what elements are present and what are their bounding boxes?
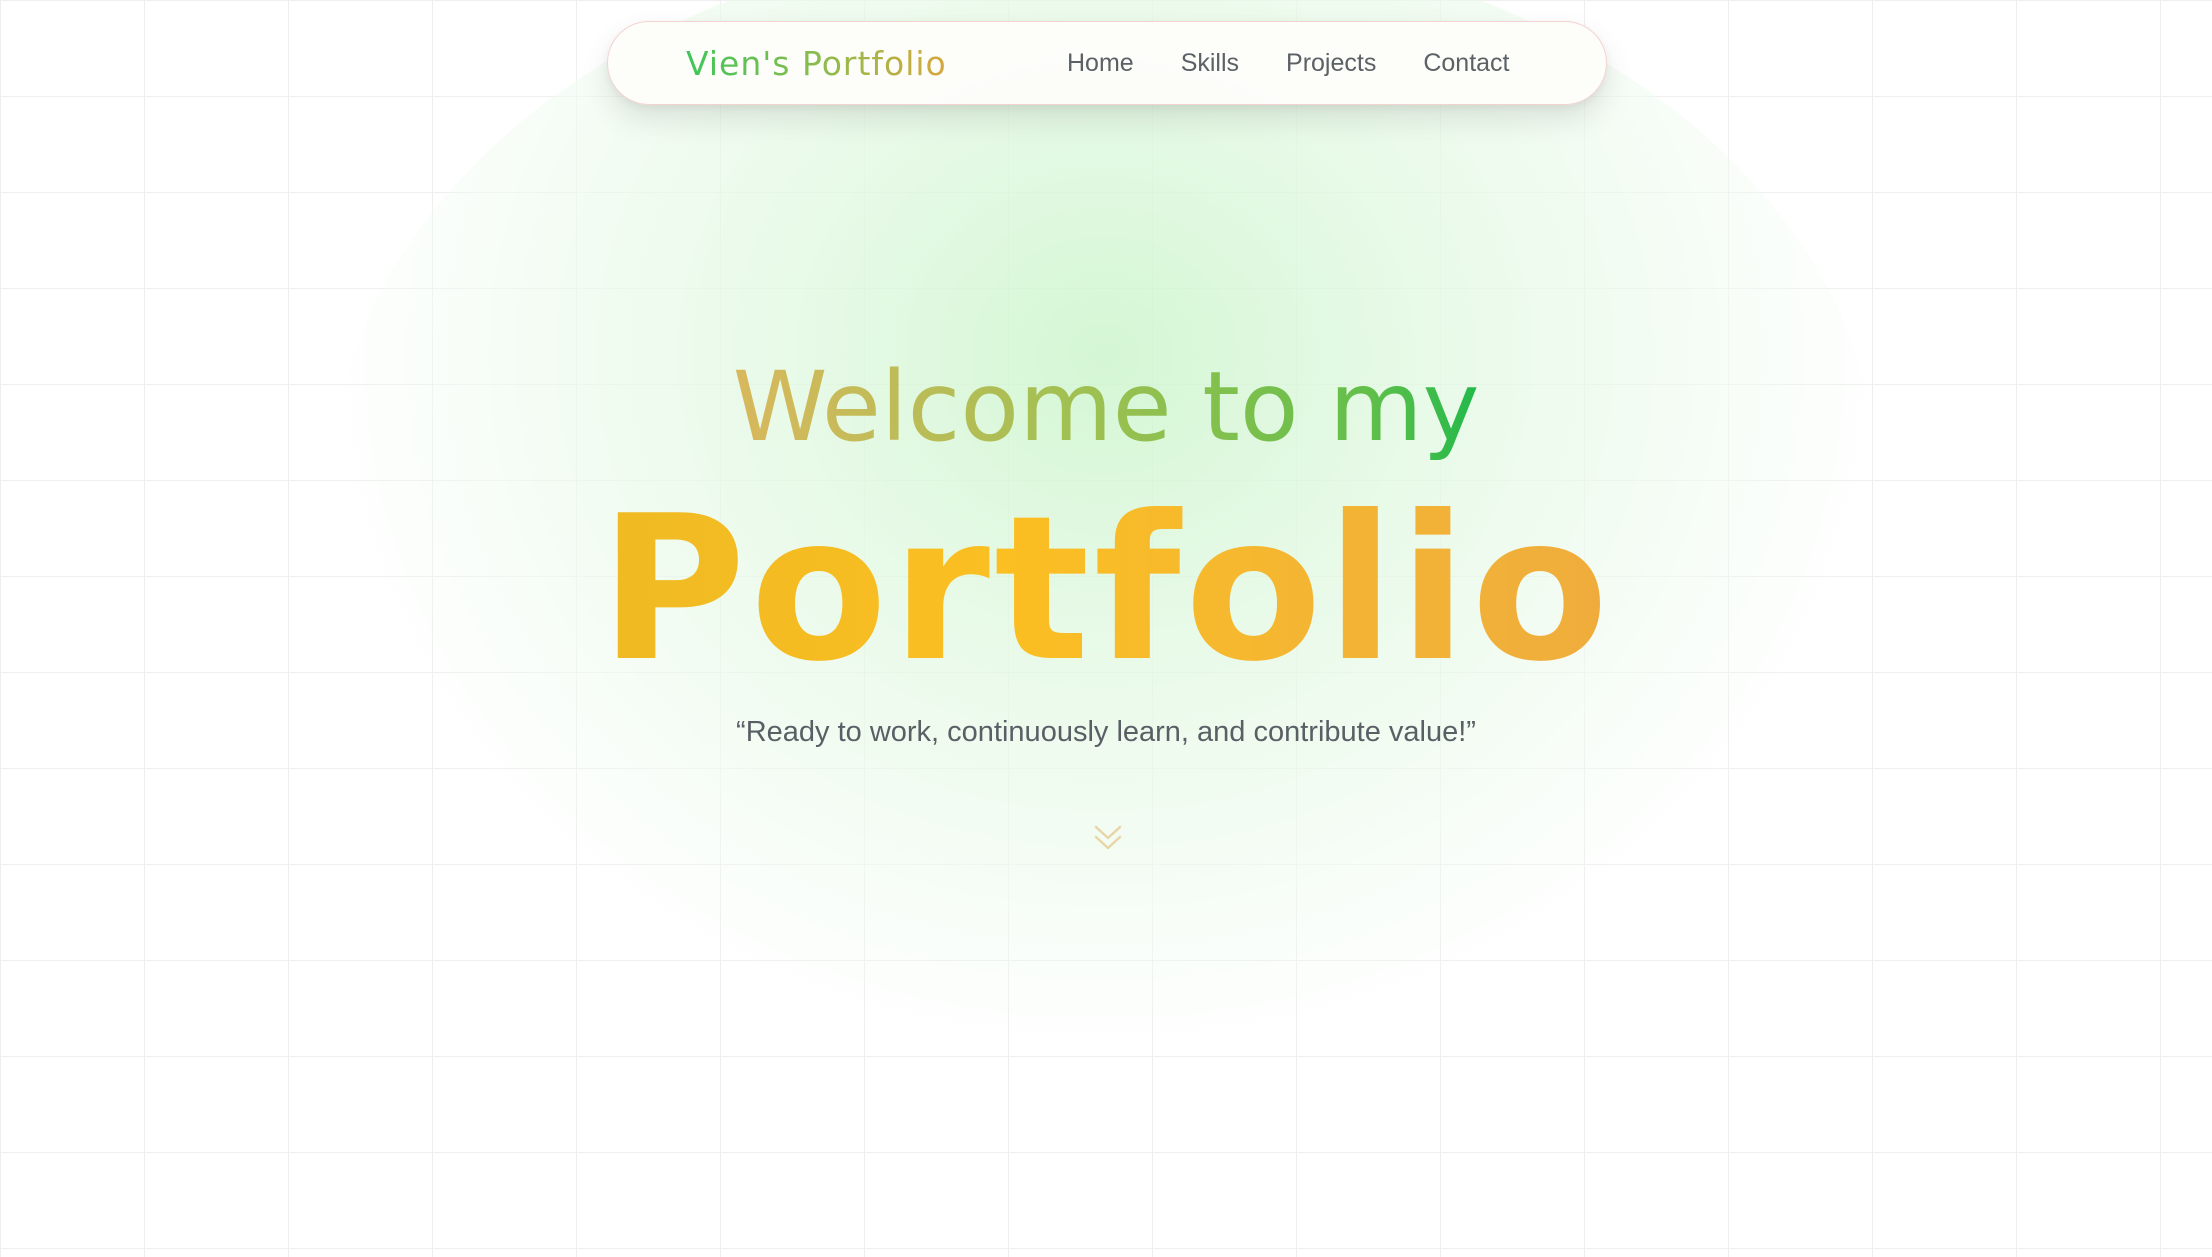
nav-link-contact[interactable]: Contact (1423, 49, 1509, 78)
double-chevron-down-icon[interactable] (1090, 820, 1126, 856)
scroll-down-glyph (1094, 825, 1122, 850)
nav-link-projects[interactable]: Projects (1286, 49, 1376, 78)
hero-title-text: Portfolio (599, 473, 1613, 706)
hero-title-heading: Portfolio (0, 480, 2212, 700)
top-navbar: Vien's Portfolio Home Skills Projects Co… (607, 21, 1607, 105)
nav-link-skills[interactable]: Skills (1181, 49, 1239, 78)
hero-tagline: “Ready to work, continuously learn, and … (736, 716, 1476, 748)
portfolio-page: Vien's Portfolio Home Skills Projects Co… (0, 0, 2212, 1257)
hero-welcome-heading: Welcome to my (0, 352, 2212, 462)
nav-links: Home Skills Projects Contact (1067, 49, 1510, 78)
site-logo[interactable]: Vien's Portfolio (686, 44, 994, 83)
hero-welcome-text: Welcome to my (732, 351, 1480, 463)
nav-link-home[interactable]: Home (1067, 49, 1134, 78)
